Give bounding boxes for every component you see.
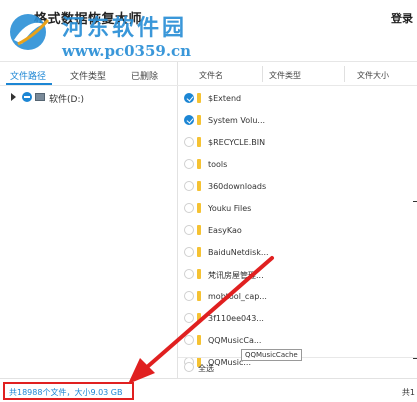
file-row[interactable]: mobtool_cap... bbox=[178, 286, 417, 308]
file-checkbox[interactable] bbox=[184, 291, 194, 301]
file-name: Youku Files bbox=[208, 204, 252, 213]
folder-icon bbox=[197, 247, 201, 257]
file-checkbox[interactable] bbox=[184, 115, 194, 125]
file-checkbox[interactable] bbox=[184, 313, 194, 323]
status-right-text: 共1 bbox=[401, 388, 415, 397]
select-all-checkbox[interactable] bbox=[184, 362, 194, 372]
file-checkbox[interactable] bbox=[184, 181, 194, 191]
folder-icon bbox=[197, 181, 201, 191]
file-name: 360downloads bbox=[208, 182, 267, 191]
file-name: System Volu... bbox=[208, 116, 266, 125]
file-checkbox[interactable] bbox=[184, 247, 194, 257]
file-row[interactable]: System Volu... bbox=[178, 110, 417, 132]
folder-icon bbox=[197, 115, 201, 125]
active-tab-indicator bbox=[6, 83, 52, 85]
filename-tooltip: QQMusicCache bbox=[241, 349, 302, 361]
drive-icon bbox=[35, 93, 45, 101]
tab-deleted[interactable]: 已删除 bbox=[131, 69, 158, 82]
file-name: $Extend bbox=[208, 94, 242, 103]
file-checkbox[interactable] bbox=[184, 137, 194, 147]
file-name: 梵讯房屋管理... bbox=[208, 271, 264, 280]
status-highlight-box: 共18988个文件，大小9.03 GB bbox=[3, 382, 134, 400]
status-bar: 共18988个文件，大小9.03 GB 共1 bbox=[0, 378, 417, 402]
watermark-name: 河东软件园 bbox=[62, 15, 188, 41]
tab-file-type[interactable]: 文件类型 bbox=[70, 69, 106, 82]
file-row[interactable]: BaiduNetdisk... bbox=[178, 242, 417, 264]
column-divider[interactable] bbox=[262, 66, 263, 82]
watermark-url: www.pc0359.cn bbox=[62, 42, 192, 60]
folder-icon bbox=[197, 269, 201, 279]
folder-icon bbox=[197, 203, 201, 213]
file-name: mobtool_cap... bbox=[208, 292, 267, 301]
file-row[interactable]: 梵讯房屋管理... bbox=[178, 264, 417, 286]
file-checkbox[interactable] bbox=[184, 203, 194, 213]
file-name: 3f110ee043... bbox=[208, 314, 264, 323]
left-tabs: 文件路径 文件类型 已删除 bbox=[0, 62, 178, 86]
file-name: tools bbox=[208, 160, 228, 169]
file-name: QQMusicCa... bbox=[208, 336, 262, 345]
expand-arrow-icon[interactable] bbox=[11, 93, 16, 101]
folder-icon bbox=[197, 313, 201, 323]
tab-file-path[interactable]: 文件路径 bbox=[10, 69, 46, 82]
folder-icon bbox=[197, 225, 201, 235]
file-row[interactable]: $RECYCLE.BIN bbox=[178, 132, 417, 154]
file-name: EasyKao bbox=[208, 226, 242, 235]
column-header-type[interactable]: 文件类型 bbox=[269, 70, 301, 81]
folder-icon bbox=[197, 291, 201, 301]
folder-icon bbox=[197, 137, 201, 147]
column-header-size[interactable]: 文件大小 bbox=[357, 70, 389, 81]
select-all-label: 全选 bbox=[198, 364, 214, 373]
partial-check-icon[interactable] bbox=[22, 92, 32, 102]
file-checkbox[interactable] bbox=[184, 225, 194, 235]
file-row[interactable]: 3f110ee043... bbox=[178, 308, 417, 330]
tree-item-drive[interactable]: 软件(D:) bbox=[8, 91, 168, 105]
watermark-logo-icon bbox=[10, 14, 50, 50]
folder-icon bbox=[197, 93, 201, 103]
column-divider[interactable] bbox=[344, 66, 345, 82]
file-row[interactable]: tools bbox=[178, 154, 417, 176]
file-name: BaiduNetdisk... bbox=[208, 248, 269, 257]
file-row[interactable]: Youku Files bbox=[178, 198, 417, 220]
file-checkbox[interactable] bbox=[184, 159, 194, 169]
file-row[interactable]: EasyKao bbox=[178, 220, 417, 242]
file-row[interactable]: $Extend bbox=[178, 88, 417, 110]
file-name: $RECYCLE.BIN bbox=[208, 138, 266, 147]
file-checkbox[interactable] bbox=[184, 269, 194, 279]
drive-label: 软件(D:) bbox=[49, 95, 84, 105]
file-checkbox[interactable] bbox=[184, 93, 194, 103]
status-summary: 共18988个文件，大小9.03 GB bbox=[9, 388, 123, 397]
window-edge-mark bbox=[413, 358, 417, 359]
window-edge-mark bbox=[413, 201, 417, 202]
left-panel: 文件路径 文件类型 已删除 软件(D:) bbox=[0, 62, 178, 378]
folder-icon bbox=[197, 335, 201, 345]
title-bar: 格式数据恢复大师 登录 河东软件园 www.pc0359.cn bbox=[0, 0, 417, 62]
login-button[interactable]: 登录 bbox=[391, 10, 413, 26]
file-list-header: 文件名 文件类型 文件大小 bbox=[178, 62, 417, 86]
folder-icon bbox=[197, 159, 201, 169]
file-checkbox[interactable] bbox=[184, 335, 194, 345]
file-list-panel: 文件名 文件类型 文件大小 $Extend System Volu... $RECY… bbox=[178, 62, 417, 378]
column-header-name[interactable]: 文件名 bbox=[199, 70, 223, 81]
file-row[interactable]: 360downloads bbox=[178, 176, 417, 198]
